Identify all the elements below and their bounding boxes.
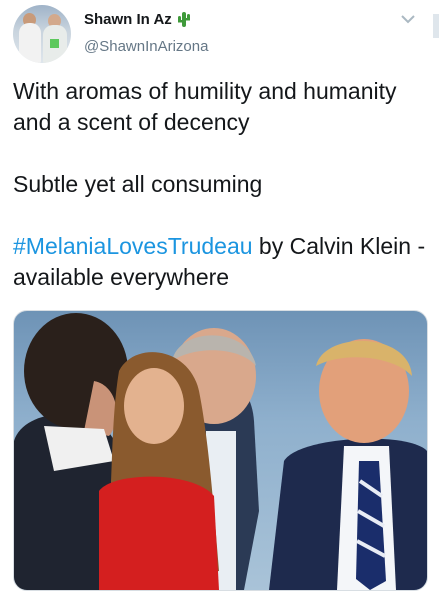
author-display-name[interactable]: Shawn In Az xyxy=(84,11,172,28)
author-handle[interactable]: @ShawnInArizona xyxy=(84,38,208,55)
cactus-icon xyxy=(177,10,191,28)
tweet-text-line: #MelaniaLovesTrudeau by Calvin Klein - a… xyxy=(13,231,431,293)
tweet-photo[interactable] xyxy=(13,310,428,591)
scrollbar-edge xyxy=(433,14,439,38)
tweet-text-line: Subtle yet all consuming xyxy=(13,171,263,197)
tweet-card: Shawn In Az @ShawnInArizona With aromas … xyxy=(0,0,439,600)
tweet-text: With aromas of humility and humanity and… xyxy=(13,76,431,324)
avatar[interactable] xyxy=(13,5,71,63)
chevron-down-icon[interactable] xyxy=(400,13,416,25)
tweet-text-line: With aromas of humility and humanity and… xyxy=(13,78,397,135)
author-name-row[interactable]: Shawn In Az xyxy=(84,10,191,28)
hashtag-link[interactable]: #MelaniaLovesTrudeau xyxy=(13,233,253,259)
